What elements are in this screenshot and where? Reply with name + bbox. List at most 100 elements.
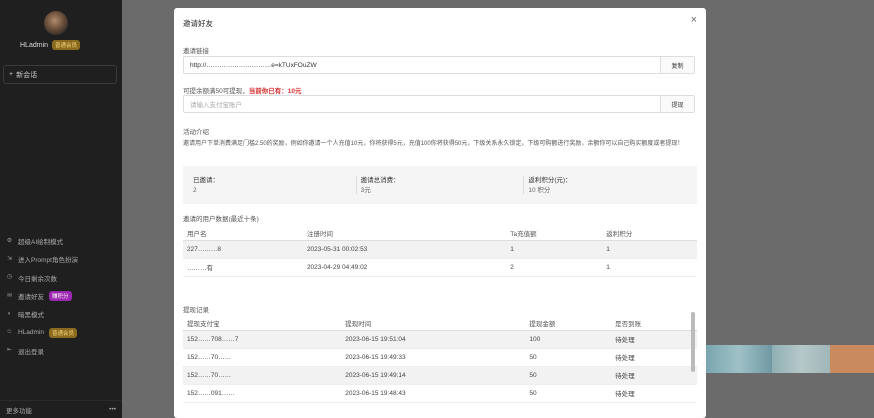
cell-register-time: 2023-05-31 00:02:53 bbox=[302, 240, 507, 259]
sidebar-item-prompt-role[interactable]: ⇲ 进入Prompt角色扮演 bbox=[0, 250, 122, 268]
sidebar-item-logout[interactable]: ⇤ 退出登录 bbox=[0, 342, 122, 360]
invite-link-label: 邀请链接 bbox=[183, 48, 209, 55]
sidebar-item-label: 邀请好友 bbox=[18, 294, 44, 302]
stat-label: 已邀请： bbox=[193, 177, 219, 184]
invite-link-field[interactable]: http://…………………………e=kTUxFOuZW 复制 bbox=[183, 56, 695, 74]
sidebar-menu: ⚙ 超级AI绘制模式 ⇲ 进入Prompt角色扮演 ◷ 今日剩余次数 ✉ 邀请好… bbox=[0, 232, 122, 360]
alipay-field[interactable]: 请输入支付宝账户 提现 bbox=[183, 95, 695, 113]
plus-icon: + bbox=[9, 71, 14, 78]
sidebar-item-dark-mode[interactable]: ◐ 暗黑模式 bbox=[0, 305, 122, 323]
blurred-region bbox=[706, 345, 772, 373]
stat-invited: 已邀请： 2 bbox=[189, 176, 357, 194]
cell-amount: 50 bbox=[525, 366, 612, 385]
cell-status: 待处理 bbox=[611, 348, 697, 367]
stat-value: 3元 bbox=[360, 187, 371, 194]
cell-withdraw-time: 2023-06-15 19:51:04 bbox=[341, 330, 526, 349]
more-features-link[interactable]: 更多功能 bbox=[6, 405, 32, 415]
cell-username: ………有 bbox=[183, 258, 303, 277]
cell-alipay: 152……70…… bbox=[183, 348, 342, 367]
withdraw-threshold-text: 可提余额满50可提现， bbox=[183, 88, 249, 95]
col-recharge: Ta充值额 bbox=[506, 226, 603, 241]
blurred-region bbox=[830, 345, 874, 373]
cell-amount: 50 bbox=[525, 384, 612, 403]
earn-points-badge: 赚积分 bbox=[49, 291, 72, 302]
intro-title: 活动介绍 bbox=[183, 129, 209, 136]
username: HLadmin bbox=[20, 41, 49, 49]
stat-label: 邀请总消费： bbox=[360, 177, 400, 184]
cell-register-time: 2023-04-29 04:49:02 bbox=[302, 258, 507, 277]
new-chat-label: 新会话 bbox=[16, 71, 38, 79]
table-row: 152……091…… 2023-06-15 19:48:43 50 待处理 bbox=[183, 384, 697, 403]
cell-withdraw-time: 2023-06-15 19:48:43 bbox=[341, 384, 526, 403]
user-info: HLadmin 普通会员 bbox=[20, 40, 81, 50]
table-row: 152……70…… 2023-06-15 19:49:33 50 待处理 bbox=[183, 348, 697, 367]
cell-withdraw-time: 2023-06-15 19:49:14 bbox=[341, 366, 526, 385]
table-row: ………有 2023-04-29 04:49:02 2 1 bbox=[183, 258, 697, 277]
sidebar-item-ai-draw[interactable]: ⚙ 超级AI绘制模式 bbox=[0, 232, 122, 250]
col-status: 是否到账 bbox=[611, 316, 697, 331]
withdraw-info: 可提余额满50可提现，当前你已有：10元 bbox=[183, 85, 301, 95]
cell-alipay: 152……708……7 bbox=[183, 330, 342, 349]
enter-icon: ⇲ bbox=[6, 255, 13, 262]
sidebar-item-label: 暗黑模式 bbox=[18, 312, 44, 320]
table-row: 227………8 2023-05-31 00:02:53 1 1 bbox=[183, 240, 697, 259]
sidebar: HLadmin 普通会员 + 新会话 ⚙ 超级AI绘制模式 ⇲ 进入Prompt… bbox=[0, 0, 122, 418]
clock-icon: ◷ bbox=[6, 274, 13, 281]
sidebar-item-label: 今日剩余次数 bbox=[18, 275, 57, 283]
stat-label: 返利积分(元)： bbox=[528, 177, 572, 184]
table-row: 152……70…… 2023-06-15 19:49:14 50 待处理 bbox=[183, 366, 697, 385]
withdraw-button[interactable]: 提现 bbox=[660, 96, 694, 112]
stat-value: 10 积分 bbox=[528, 187, 551, 194]
moon-icon: ◐ bbox=[7, 310, 12, 317]
cell-amount: 50 bbox=[525, 348, 612, 367]
cell-rebate: 1 bbox=[602, 258, 697, 277]
col-amount: 提现金额 bbox=[525, 316, 612, 331]
member-badge: 普通会员 bbox=[52, 40, 81, 50]
invited-users-table: 用户名 注册时间 Ta充值额 返利积分 227………8 2023-05-31 0… bbox=[183, 226, 697, 277]
alipay-input[interactable]: 请输入支付宝账户 bbox=[184, 99, 660, 109]
gear-icon: ⚙ bbox=[6, 237, 13, 244]
sidebar-item-label: 超级AI绘制模式 bbox=[18, 239, 64, 247]
more-icon[interactable]: ••• bbox=[109, 406, 116, 413]
withdraw-records-table: 提现支付宝 提现时间 提现金额 是否到账 152……708……7 2023-06… bbox=[183, 316, 697, 403]
stat-rebate-points: 返利积分(元)： 10 积分 bbox=[524, 176, 691, 194]
sidebar-footer: 更多功能 ••• bbox=[0, 400, 122, 418]
cell-withdraw-time: 2023-06-15 19:49:33 bbox=[341, 348, 526, 367]
cell-rebate: 1 bbox=[602, 240, 697, 259]
current-balance-text: 当前你已有：10元 bbox=[248, 88, 302, 95]
close-icon[interactable]: × bbox=[691, 15, 697, 26]
cell-status: 待处理 bbox=[611, 384, 697, 403]
sidebar-item-invite-friends[interactable]: ✉ 邀请好友 赚积分 bbox=[0, 287, 122, 305]
sidebar-item-remaining-count[interactable]: ◷ 今日剩余次数 bbox=[0, 269, 122, 287]
sidebar-item-label: 进入Prompt角色扮演 bbox=[18, 257, 78, 265]
user-icon: ☺ bbox=[6, 329, 13, 336]
cell-recharge: 2 bbox=[506, 258, 603, 277]
table-row: 152……708……7 2023-06-15 19:51:04 100 待处理 bbox=[183, 330, 697, 349]
withdraw-records-title: 提现记录 bbox=[183, 307, 209, 314]
modal-scrollbar[interactable] bbox=[691, 312, 695, 372]
col-rebate: 返利积分 bbox=[602, 226, 697, 241]
modal-title: 邀请好友 bbox=[183, 19, 213, 28]
copy-button[interactable]: 复制 bbox=[660, 57, 694, 73]
stat-value: 2 bbox=[193, 187, 197, 194]
cell-alipay: 152……091…… bbox=[183, 384, 342, 403]
cell-alipay: 152……70…… bbox=[183, 366, 342, 385]
cell-recharge: 1 bbox=[506, 240, 603, 259]
invite-modal: 邀请好友 × 邀请链接 http://…………………………e=kTUxFOuZW… bbox=[174, 8, 706, 418]
intro-text: 邀请用户下单消费满足门槛2.50的奖励，例如你邀请一个人充值10元，你将获得5元… bbox=[183, 141, 684, 147]
col-withdraw-time: 提现时间 bbox=[341, 316, 526, 331]
invite-stats: 已邀请： 2 邀请总消费： 3元 返利积分(元)： 10 积分 bbox=[183, 166, 697, 204]
member-badge: 普通会员 bbox=[49, 327, 78, 338]
invite-link-value[interactable]: http://…………………………e=kTUxFOuZW bbox=[184, 62, 660, 69]
logout-icon: ⇤ bbox=[6, 347, 13, 354]
table-header-row: 用户名 注册时间 Ta充值额 返利积分 bbox=[183, 226, 697, 241]
col-alipay: 提现支付宝 bbox=[183, 316, 342, 331]
avatar[interactable] bbox=[44, 11, 68, 35]
stat-total-consumption: 邀请总消费： 3元 bbox=[357, 176, 525, 194]
sidebar-item-label: 退出登录 bbox=[18, 348, 44, 356]
sidebar-item-label: HLadmin bbox=[18, 329, 45, 337]
invited-users-title: 邀请的用户数据(最近十条) bbox=[183, 216, 259, 223]
new-chat-button[interactable]: + 新会话 bbox=[3, 65, 117, 84]
sidebar-item-user[interactable]: ☺ HLadmin 普通会员 bbox=[0, 323, 122, 341]
col-register-time: 注册时间 bbox=[302, 226, 507, 241]
